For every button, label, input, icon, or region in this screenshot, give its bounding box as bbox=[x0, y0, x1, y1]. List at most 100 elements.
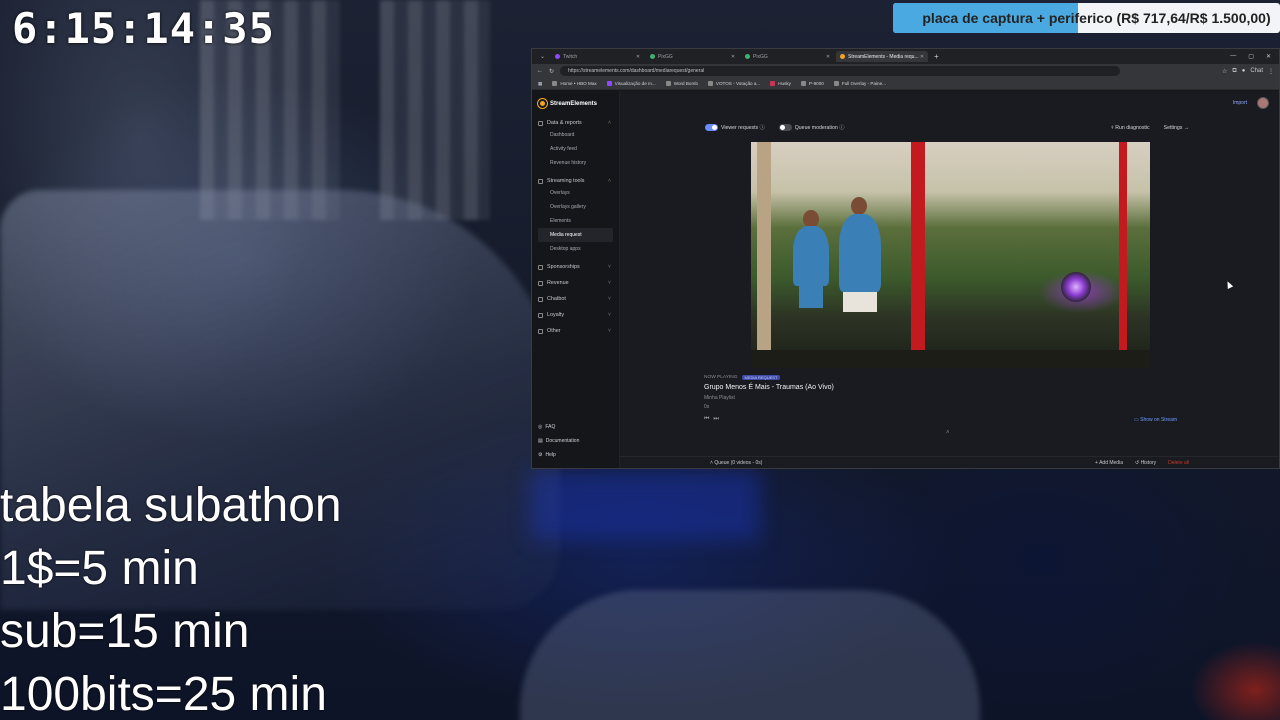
profile-name[interactable]: Chat bbox=[1250, 68, 1263, 74]
sidebar-footer: ◎ FAQ ▤ Documentation ⚙ Help bbox=[538, 420, 613, 462]
queue-moderation-toggle[interactable]: Queue moderation ⓘ bbox=[778, 124, 844, 132]
subathon-timer: 6:15:14:35 bbox=[12, 4, 275, 53]
nav-group-loyalty[interactable]: Loyalty ˅ bbox=[538, 310, 613, 320]
back-icon[interactable]: ← bbox=[537, 68, 543, 74]
bookmark[interactable]: Visualização de m... bbox=[606, 81, 656, 86]
browser-tab[interactable]: PixGG ✕ bbox=[646, 51, 739, 62]
sidebar-item-media-request[interactable]: Media request bbox=[538, 228, 613, 242]
avatar[interactable] bbox=[1257, 97, 1269, 109]
reload-icon[interactable]: ↻ bbox=[549, 68, 554, 75]
nav-group-revenue[interactable]: Revenue ˅ bbox=[538, 278, 613, 288]
profile-icon[interactable]: ● bbox=[1242, 68, 1246, 74]
close-icon[interactable]: ✕ bbox=[731, 54, 735, 60]
chevron-up-icon: ˄ bbox=[607, 120, 611, 126]
import-button[interactable]: Import bbox=[1233, 100, 1247, 106]
track-time: 0s bbox=[704, 404, 710, 410]
curtain bbox=[380, 0, 490, 220]
sidebar-item-activity-feed[interactable]: Activity feed bbox=[538, 142, 613, 156]
sidebar-item-elements[interactable]: Elements bbox=[538, 214, 613, 228]
tab-label: PixGG bbox=[753, 53, 768, 60]
close-icon[interactable]: ✕ bbox=[920, 54, 924, 60]
menu-icon[interactable]: ⋮ bbox=[1268, 68, 1274, 75]
star-icon bbox=[538, 264, 543, 270]
browser-tab-active[interactable]: StreamElements - Media requ... ✕ bbox=[836, 51, 929, 62]
sidebar-item-faq[interactable]: ◎ FAQ bbox=[538, 420, 613, 434]
nav-group-data-reports[interactable]: Data & reports ˄ bbox=[538, 118, 613, 128]
media-request-page: Import Viewer requests ⓘ Queue moderatio… bbox=[620, 91, 1279, 468]
toolbar-icons: ☆ ⧉ ● Chat ⋮ bbox=[1222, 68, 1274, 75]
run-diagnostic-button[interactable]: ⚕ Run diagnostic bbox=[1111, 125, 1150, 131]
url-field[interactable]: https://streamelements.com/dashboard/med… bbox=[560, 66, 1121, 76]
close-icon[interactable]: ✕ bbox=[826, 54, 830, 60]
apps-icon[interactable]: ▦ bbox=[538, 81, 542, 87]
bookmark[interactable]: P-9000 bbox=[800, 81, 824, 86]
chevron-down-icon: ˅ bbox=[607, 264, 611, 270]
sidebar-item-dashboard[interactable]: Dashboard bbox=[538, 128, 613, 142]
bookmark[interactable]: Husky bbox=[770, 81, 791, 86]
sidebar-item-desktop-apps[interactable]: Desktop apps bbox=[538, 242, 613, 256]
queue-actions: + Add Media ↺ History Delete all bbox=[1095, 460, 1189, 466]
subathon-table: tabela subathon 1$=5 min sub=15 min 100b… bbox=[0, 474, 342, 720]
track-title: Grupo Menos É Mais - Traumas (Ao Vivo) bbox=[704, 384, 834, 391]
bookmark[interactable]: Word Bomb bbox=[665, 81, 698, 86]
toggle-on-icon bbox=[705, 124, 718, 132]
sidebar-item-help[interactable]: ⚙ Help bbox=[538, 448, 613, 462]
history-button[interactable]: ↺ History bbox=[1135, 460, 1156, 466]
settings-button[interactable]: Settings → bbox=[1164, 125, 1189, 131]
bookmark[interactable]: Home • HBO Max bbox=[552, 81, 597, 86]
status-badge: MEDIA REQUEST bbox=[741, 375, 781, 380]
close-window-icon[interactable]: ✕ bbox=[1266, 53, 1271, 60]
chevron-up-icon[interactable]: ˄ bbox=[946, 430, 950, 436]
stage-floor bbox=[751, 350, 1150, 368]
minimize-icon[interactable]: — bbox=[1230, 53, 1236, 60]
nav-group-label: Loyalty bbox=[547, 312, 565, 318]
money-icon bbox=[538, 280, 543, 286]
show-on-stream-button[interactable]: ▭ Show on Stream bbox=[1134, 417, 1177, 423]
stage-pillar bbox=[911, 142, 925, 368]
delete-all-button[interactable]: Delete all bbox=[1168, 460, 1189, 466]
button-label: Add Media bbox=[1099, 459, 1123, 466]
monitor-icon: ▭ bbox=[1134, 417, 1139, 423]
arrow-right-icon: → bbox=[1183, 124, 1189, 131]
previous-icon[interactable]: ⏮ bbox=[704, 416, 713, 422]
doc-icon: ▤ bbox=[538, 438, 543, 444]
bookmark[interactable]: VOTOS - Votação a... bbox=[707, 81, 760, 86]
streamelements-icon bbox=[840, 54, 846, 59]
logo-text: StreamElements bbox=[550, 100, 598, 107]
browser-tab[interactable]: PixGG ✕ bbox=[741, 51, 834, 62]
streamelements-logo[interactable]: StreamElements bbox=[538, 99, 613, 108]
video-player[interactable] bbox=[751, 142, 1150, 368]
toggle-label: Queue moderation bbox=[794, 125, 838, 131]
queue-toggle[interactable]: ˄ Queue (0 videos - 0s) bbox=[710, 460, 762, 466]
sidebar-item-revenue-history[interactable]: Revenue history bbox=[538, 156, 613, 170]
performer bbox=[799, 286, 823, 308]
sidebar-item-overlays[interactable]: Overlays bbox=[538, 186, 613, 200]
add-media-button[interactable]: + Add Media bbox=[1095, 460, 1123, 466]
pillow bbox=[520, 590, 980, 720]
new-tab-button[interactable]: + bbox=[930, 52, 939, 61]
skip-icon[interactable]: ⏭ bbox=[713, 416, 722, 422]
maximize-icon[interactable]: ▢ bbox=[1248, 53, 1254, 60]
button-label: Settings bbox=[1163, 124, 1183, 131]
track-playlist: Minha Playlist bbox=[704, 395, 735, 401]
sidebar-item-documentation[interactable]: ▤ Documentation bbox=[538, 434, 613, 448]
viewer-requests-toggle[interactable]: Viewer requests ⓘ bbox=[705, 124, 765, 132]
close-icon[interactable]: ✕ bbox=[636, 54, 640, 60]
sidebar: StreamElements Data & reports ˄ Dashboard… bbox=[532, 91, 620, 468]
tab-menu-icon[interactable]: ⌄ bbox=[536, 53, 549, 60]
star-icon[interactable]: ☆ bbox=[1222, 68, 1227, 75]
right-controls: ⚕ Run diagnostic Settings → bbox=[1111, 125, 1189, 131]
nav-group-label: Sponsorships bbox=[547, 264, 580, 270]
nav-group-label: Other bbox=[547, 328, 561, 334]
nav-group-other[interactable]: Other ˅ bbox=[538, 326, 613, 336]
nav-group-sponsorships[interactable]: Sponsorships ˅ bbox=[538, 262, 613, 272]
sidebar-item-overlays-gallery[interactable]: Overlays gallery bbox=[538, 200, 613, 214]
browser-tab[interactable]: Twitch ✕ bbox=[551, 51, 644, 62]
nav-group-streaming-tools[interactable]: Streaming tools ˄ bbox=[538, 176, 613, 186]
nav-group-chatbot[interactable]: Chatbot ˅ bbox=[538, 294, 613, 304]
extensions-icon[interactable]: ⧉ bbox=[1232, 68, 1236, 75]
captured-browser-window: ⌄ Twitch ✕ PixGG ✕ PixGG ✕ StreamElements -… bbox=[531, 48, 1280, 469]
gear-icon: ⚙ bbox=[538, 452, 543, 458]
bookmark[interactable]: Full Overlay - Paine... bbox=[833, 81, 886, 86]
performer bbox=[843, 292, 877, 312]
